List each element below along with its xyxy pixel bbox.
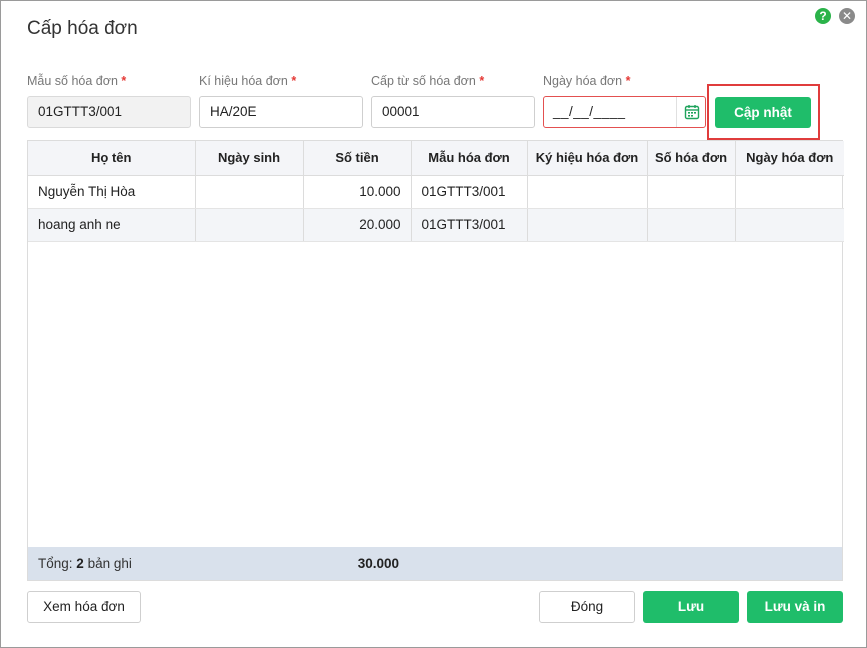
required-mark: * <box>121 74 127 88</box>
symbol-label: Kí hiệu hóa đơn * <box>199 74 296 88</box>
required-mark: * <box>625 74 631 88</box>
column-header-amount[interactable]: Số tiền <box>303 141 412 176</box>
column-header-template[interactable]: Mẫu hóa đơn <box>411 141 528 176</box>
invoice-date-input[interactable]: __/__/____ <box>543 96 706 128</box>
calendar-icon[interactable] <box>684 104 700 120</box>
from-number-input[interactable]: 00001 <box>371 96 535 128</box>
from-number-label-text: Cấp từ số hóa đơn <box>371 74 476 88</box>
save-button[interactable]: Lưu <box>643 591 739 623</box>
invoice-table: Họ tên Ngày sinh Số tiền Mẫu hóa đơn Ký … <box>28 141 844 242</box>
cell-invoice-number[interactable] <box>647 175 736 209</box>
cell-invoice-date[interactable] <box>735 208 844 242</box>
column-header-invoice-date[interactable]: Ngày hóa đơn <box>735 141 844 176</box>
save-and-print-button[interactable]: Lưu và in <box>747 591 843 623</box>
cell-amount[interactable]: 10.000 <box>303 175 412 209</box>
symbol-input[interactable]: HA/20E <box>199 96 363 128</box>
invoice-dialog: Cấp hóa đơn ? ✕ Mẫu số hóa đơn * Kí hiệu… <box>0 0 867 648</box>
amount-total: 30.000 <box>357 556 399 571</box>
view-invoice-button[interactable]: Xem hóa đơn <box>27 591 141 623</box>
required-mark: * <box>291 74 297 88</box>
cell-symbol[interactable] <box>527 208 648 242</box>
help-icon[interactable]: ? <box>815 8 831 24</box>
invoice-grid: Họ tên Ngày sinh Số tiền Mẫu hóa đơn Ký … <box>27 140 844 581</box>
record-count-prefix: Tổng: <box>38 556 73 571</box>
close-button[interactable]: Đóng <box>539 591 635 623</box>
invoice-date-value: __/__/____ <box>553 104 626 119</box>
dialog-title: Cấp hóa đơn <box>27 18 138 39</box>
record-count-value: 2 <box>76 556 84 571</box>
close-icon[interactable]: ✕ <box>839 8 855 24</box>
table-row[interactable]: hoang anh ne 20.000 01GTTT3/001 <box>28 208 844 242</box>
cell-amount[interactable]: 20.000 <box>303 208 412 242</box>
invoice-date-label: Ngày hóa đơn * <box>543 74 630 88</box>
column-header-name[interactable]: Họ tên <box>28 141 196 176</box>
cell-template[interactable]: 01GTTT3/001 <box>411 208 528 242</box>
cell-name[interactable]: hoang anh ne <box>28 208 196 242</box>
table-row[interactable]: Nguyễn Thị Hòa 10.000 01GTTT3/001 <box>28 175 844 209</box>
column-header-birthdate[interactable]: Ngày sinh <box>195 141 304 176</box>
update-button[interactable]: Cập nhật <box>715 97 811 128</box>
symbol-label-text: Kí hiệu hóa đơn <box>199 74 288 88</box>
column-header-invoice-number[interactable]: Số hóa đơn <box>647 141 736 176</box>
grid-summary-bar: Tổng: 2 bản ghi 30.000 <box>28 547 842 580</box>
cell-invoice-number[interactable] <box>647 208 736 242</box>
record-count: Tổng: 2 bản ghi <box>38 547 132 580</box>
cell-invoice-date[interactable] <box>735 175 844 209</box>
column-header-symbol[interactable]: Ký hiệu hóa đơn <box>527 141 648 176</box>
cell-birthdate[interactable] <box>195 175 304 209</box>
from-number-label: Cấp từ số hóa đơn * <box>371 74 484 88</box>
date-divider <box>676 97 677 127</box>
table-header-row: Họ tên Ngày sinh Số tiền Mẫu hóa đơn Ký … <box>28 141 844 176</box>
template-label-text: Mẫu số hóa đơn <box>27 74 118 88</box>
cell-template[interactable]: 01GTTT3/001 <box>411 175 528 209</box>
required-mark: * <box>479 74 485 88</box>
template-label: Mẫu số hóa đơn * <box>27 74 126 88</box>
cell-symbol[interactable] <box>527 175 648 209</box>
cell-name[interactable]: Nguyễn Thị Hòa <box>28 175 196 209</box>
invoice-date-label-text: Ngày hóa đơn <box>543 74 623 88</box>
template-input[interactable]: 01GTTT3/001 <box>27 96 191 128</box>
cell-birthdate[interactable] <box>195 208 304 242</box>
record-count-suffix: bản ghi <box>87 556 132 571</box>
